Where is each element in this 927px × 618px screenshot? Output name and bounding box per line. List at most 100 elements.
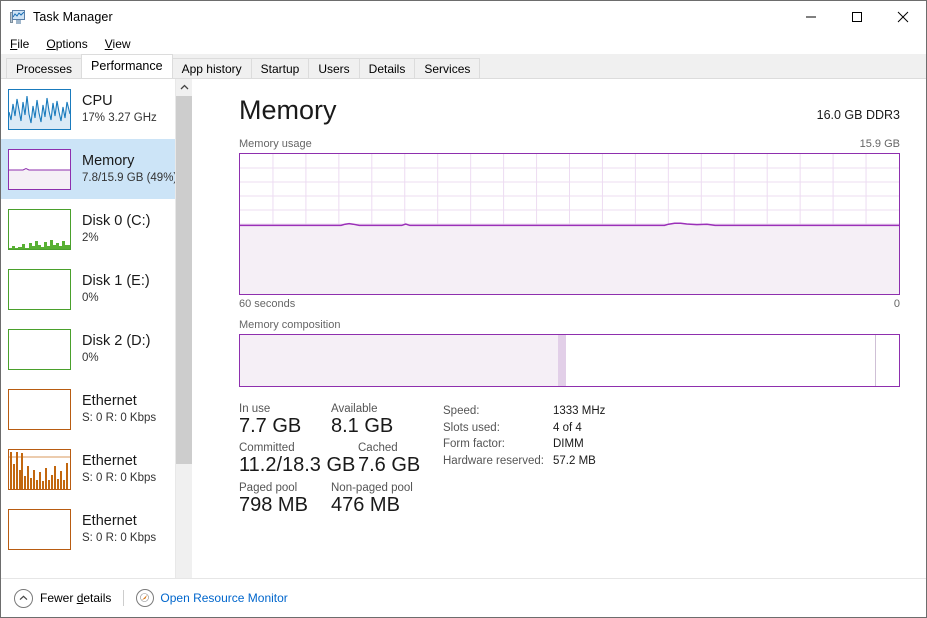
tab-startup[interactable]: Startup <box>251 58 310 78</box>
sidebar-item-disk-0[interactable]: Disk 0 (C:) 2% <box>1 199 192 259</box>
menu-bar: File Options View <box>1 33 926 54</box>
stat-value: DIMM <box>553 436 584 453</box>
sidebar-item-title: Disk 2 (D:) <box>82 333 150 350</box>
task-manager-icon <box>10 9 26 25</box>
stat-value: 476 MB <box>331 494 413 516</box>
stat-value: 57.2 MB <box>553 453 596 470</box>
tab-bar: Processes Performance App history Startu… <box>1 54 926 79</box>
sidebar-item-ethernet-2[interactable]: Ethernet S: 0 R: 0 Kbps <box>1 439 192 499</box>
chevron-up-icon[interactable] <box>14 589 33 608</box>
sidebar-item-sub: 17% 3.27 GHz <box>82 112 157 125</box>
tab-processes[interactable]: Processes <box>6 58 82 78</box>
sidebar-item-title: Ethernet <box>82 453 156 470</box>
menu-options[interactable]: Options <box>46 37 87 51</box>
sidebar-item-text: Memory 7.8/15.9 GB (49%) <box>82 153 177 185</box>
ethernet1-sparkline <box>8 389 71 430</box>
menu-file[interactable]: File <box>10 37 29 51</box>
composition-in-use-segment <box>240 335 558 386</box>
stat-paged-pool: Paged pool 798 MB <box>239 482 331 516</box>
stat-label: Slots used: <box>443 420 553 437</box>
open-resource-monitor-link[interactable]: Open Resource Monitor <box>160 591 287 605</box>
scroll-up-icon[interactable] <box>176 79 192 96</box>
content-area: CPU 17% 3.27 GHz Memory 7.8/15.9 GB (49%… <box>1 79 926 610</box>
sidebar-scrollbar[interactable] <box>175 79 192 610</box>
sidebar-item-title: Ethernet <box>82 513 156 530</box>
panel-header: Memory 16.0 GB DDR3 <box>239 79 900 126</box>
sidebar-item-text: Ethernet S: 0 R: 0 Kbps <box>82 453 156 485</box>
composition-free-divider <box>875 335 876 386</box>
stat-speed: Speed: 1333 MHz <box>443 403 605 420</box>
memory-stats-primary: In use 7.7 GB Available 8.1 GB Committed… <box>239 403 437 521</box>
stat-form-factor: Form factor: DIMM <box>443 436 605 453</box>
memory-composition-bar[interactable] <box>239 334 900 387</box>
disk1-sparkline <box>8 269 71 310</box>
sidebar-item-ethernet-3[interactable]: Ethernet S: 0 R: 0 Kbps <box>1 499 192 559</box>
tab-services[interactable]: Services <box>414 58 480 78</box>
stat-value: 4 of 4 <box>553 420 582 437</box>
sidebar-item-disk-1[interactable]: Disk 1 (E:) 0% <box>1 259 192 319</box>
disk2-sparkline <box>8 329 71 370</box>
sidebar-item-title: Disk 0 (C:) <box>82 213 150 230</box>
stat-committed: Committed 11.2/18.3 GB <box>239 442 358 476</box>
memory-usage-graph[interactable] <box>239 153 900 295</box>
fewer-details-button[interactable]: Fewer details <box>40 591 111 605</box>
stats-row: In use 7.7 GB Available 8.1 GB <box>239 403 437 437</box>
memory-detail-panel: Memory 16.0 GB DDR3 Memory usage 15.9 GB <box>192 79 926 610</box>
stat-hardware-reserved: Hardware reserved: 57.2 MB <box>443 453 605 470</box>
menu-view[interactable]: View <box>105 37 131 51</box>
footer-divider <box>123 590 124 606</box>
stat-label: Form factor: <box>443 436 553 453</box>
close-button[interactable] <box>880 1 926 33</box>
tab-details[interactable]: Details <box>359 58 416 78</box>
maximize-button[interactable] <box>834 1 880 33</box>
status-bar: Fewer details Open Resource Monitor <box>1 578 926 617</box>
stats-row: Committed 11.2/18.3 GB Cached 7.6 GB <box>239 442 437 476</box>
stat-value: 7.6 GB <box>358 454 420 476</box>
minimize-button[interactable] <box>788 1 834 33</box>
ethernet2-sparkline <box>8 449 71 490</box>
composition-modified-segment <box>558 335 567 386</box>
graph-title: Memory usage <box>239 138 312 150</box>
stat-label: In use <box>239 403 331 415</box>
sidebar-item-title: Memory <box>82 153 177 170</box>
tab-performance[interactable]: Performance <box>81 54 173 78</box>
stat-in-use: In use 7.7 GB <box>239 403 331 437</box>
memory-stats: In use 7.7 GB Available 8.1 GB Committed… <box>239 403 900 521</box>
sidebar-item-sub: S: 0 R: 0 Kbps <box>82 412 156 425</box>
sidebar-item-disk-2[interactable]: Disk 2 (D:) 0% <box>1 319 192 379</box>
resource-monitor-icon[interactable] <box>136 589 154 607</box>
sidebar-item-ethernet-1[interactable]: Ethernet S: 0 R: 0 Kbps <box>1 379 192 439</box>
graph-time-end: 0 <box>894 298 900 310</box>
stat-cached: Cached 7.6 GB <box>358 442 420 476</box>
sidebar-item-memory[interactable]: Memory 7.8/15.9 GB (49%) <box>1 139 192 199</box>
sidebar-item-cpu[interactable]: CPU 17% 3.27 GHz <box>1 79 192 139</box>
stat-value: 11.2/18.3 GB <box>239 454 358 476</box>
title-bar: Task Manager <box>1 1 926 33</box>
disk0-sparkline <box>8 209 71 250</box>
stat-label: Speed: <box>443 403 553 420</box>
sidebar-item-sub: 2% <box>82 232 150 245</box>
sidebar-item-text: CPU 17% 3.27 GHz <box>82 93 157 125</box>
stat-value: 8.1 GB <box>331 415 393 437</box>
stat-available: Available 8.1 GB <box>331 403 393 437</box>
sidebar-item-title: CPU <box>82 93 157 110</box>
cpu-sparkline <box>8 89 71 130</box>
sidebar-item-text: Disk 0 (C:) 2% <box>82 213 150 245</box>
stat-label: Cached <box>358 442 420 454</box>
sidebar-item-title: Disk 1 (E:) <box>82 273 150 290</box>
sidebar-item-sub: S: 0 R: 0 Kbps <box>82 472 156 485</box>
scrollbar-thumb[interactable] <box>176 96 192 464</box>
sidebar-item-sub: 0% <box>82 292 150 305</box>
graph-axis-labels: 60 seconds 0 <box>239 298 900 310</box>
tab-app-history[interactable]: App history <box>172 58 252 78</box>
stat-label: Paged pool <box>239 482 331 494</box>
stat-label: Available <box>331 403 393 415</box>
graph-labels: Memory usage 15.9 GB <box>239 138 900 150</box>
stat-non-paged-pool: Non-paged pool 476 MB <box>331 482 413 516</box>
memory-usage-chart <box>240 154 899 294</box>
stat-label: Hardware reserved: <box>443 453 553 470</box>
stat-value: 7.7 GB <box>239 415 331 437</box>
task-manager-window: Task Manager File Options View Processes… <box>0 0 927 618</box>
resource-sidebar: CPU 17% 3.27 GHz Memory 7.8/15.9 GB (49%… <box>1 79 192 610</box>
tab-users[interactable]: Users <box>308 58 359 78</box>
